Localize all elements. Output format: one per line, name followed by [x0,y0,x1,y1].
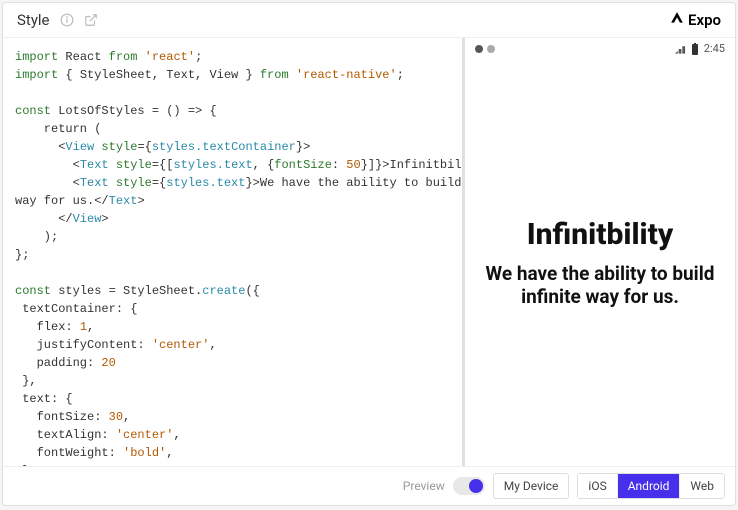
device-statusbar: 2:45 [465,38,735,59]
tab-ios[interactable]: iOS [578,474,617,498]
footer-bar: Preview My Device iOS Android Web [3,466,735,505]
expo-logo-icon [670,11,684,29]
platform-segmented: iOS Android Web [577,473,725,499]
external-link-icon[interactable] [84,13,98,27]
status-dots [475,45,495,53]
preview-content: Infinitbility We have the ability to bui… [465,59,735,466]
header-left: Style [17,11,98,29]
filename-label: Style [17,11,50,29]
tab-web[interactable]: Web [680,474,724,498]
status-dot-icon [475,45,483,53]
clock-text: 2:45 [704,42,725,55]
preview-toggle[interactable] [453,477,485,495]
code-editor[interactable]: import React from 'react'; import { Styl… [3,38,465,466]
toggle-knob-icon [469,479,483,493]
signal-icon [675,44,686,54]
battery-icon [691,43,699,55]
my-device-button[interactable]: My Device [493,473,570,499]
tab-android[interactable]: Android [618,474,681,498]
header-bar: Style Expo [3,3,735,38]
preview-panel: 2:45 Infinitbility We have the ability t… [465,38,735,466]
preview-subtext: We have the ability to build infinite wa… [479,262,721,308]
preview-label: Preview [403,479,445,493]
status-dot-icon [487,45,495,53]
info-icon[interactable] [60,13,74,27]
expo-brand-text: Expo [688,11,721,29]
expo-brand[interactable]: Expo [670,11,721,29]
preview-heading: Infinitbility [527,217,673,252]
